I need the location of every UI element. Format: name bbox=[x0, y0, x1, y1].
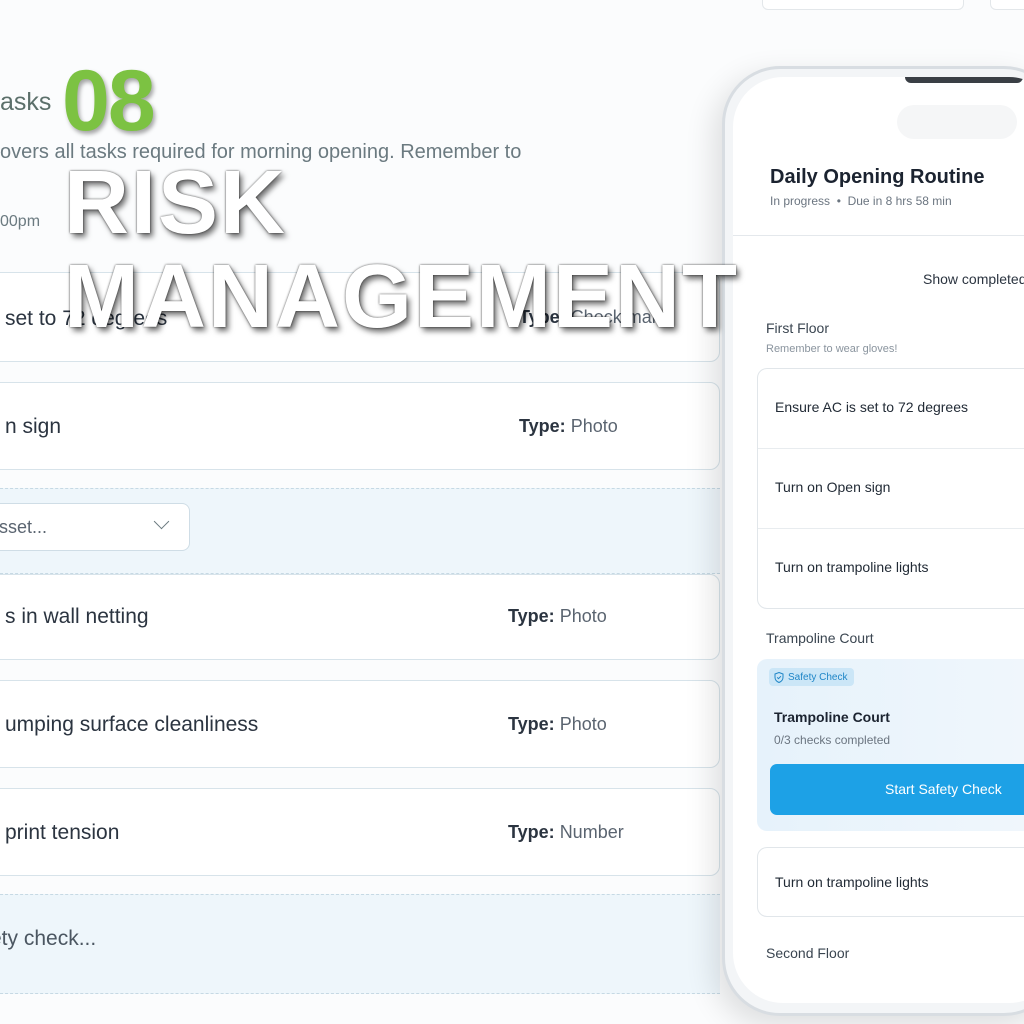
task-item[interactable]: Turn on trampoline lights bbox=[758, 848, 1024, 916]
routine-status: In progress • Due in 8 hrs 58 min bbox=[770, 194, 952, 208]
task-row-title: umping surface cleanliness bbox=[5, 713, 259, 736]
task-row-type: Type: Photo bbox=[508, 714, 607, 734]
task-item-label: Turn on trampoline lights bbox=[775, 559, 929, 575]
slide-number: 08 bbox=[62, 53, 156, 149]
task-item-label: Ensure AC is set to 72 degrees bbox=[775, 399, 968, 415]
chevron-down-icon bbox=[153, 513, 170, 530]
asset-select[interactable]: asset... bbox=[0, 503, 190, 551]
slide-title-line1: RISK bbox=[64, 153, 288, 253]
task-list-heading: asks bbox=[0, 88, 52, 116]
safety-check-dropzone[interactable]: ety check... bbox=[0, 894, 720, 994]
task-item[interactable]: Ensure AC is set to 72 degrees bbox=[758, 369, 1024, 449]
task-row-type: Type: Photo bbox=[508, 606, 607, 626]
asset-dropzone[interactable]: asset... bbox=[0, 488, 720, 574]
task-item-label: Turn on trampoline lights bbox=[775, 874, 929, 890]
safety-check-drop-text: ety check... bbox=[0, 927, 97, 950]
task-row-title: n sign bbox=[5, 415, 62, 438]
task-item[interactable]: Turn on Open sign bbox=[758, 449, 1024, 529]
safety-check-title: Trampoline Court bbox=[774, 709, 890, 725]
slide-title-line2: MANAGEMENT bbox=[64, 247, 739, 347]
header-divider bbox=[733, 235, 1024, 236]
task-item[interactable]: Turn on trampoline lights bbox=[758, 529, 1024, 608]
safety-check-progress: 0/3 checks completed bbox=[774, 733, 891, 747]
shield-check-icon bbox=[774, 671, 784, 683]
show-completed-toggle[interactable]: Show completed bbox=[923, 271, 1024, 287]
section-second-floor: Second Floor bbox=[766, 945, 850, 961]
toolbar-button[interactable] bbox=[762, 0, 964, 10]
task-row-type: Type: Number bbox=[508, 822, 624, 842]
first-floor-task-card: Ensure AC is set to 72 degrees Turn on O… bbox=[757, 368, 1024, 609]
toolbar-button[interactable] bbox=[990, 0, 1024, 10]
task-row-title: s in wall netting bbox=[5, 605, 149, 628]
phone-speaker bbox=[905, 77, 1023, 83]
task-item-label: Turn on Open sign bbox=[775, 479, 891, 495]
task-row[interactable]: n sign Type: Photo bbox=[0, 382, 720, 470]
task-list-time: 00pm bbox=[0, 213, 41, 230]
asset-select-placeholder: asset... bbox=[0, 517, 48, 537]
task-row[interactable]: umping surface cleanliness Type: Photo bbox=[0, 680, 720, 768]
phone-screen: Daily Opening Routine In progress • Due … bbox=[733, 77, 1024, 1003]
section-note: Remember to wear gloves! bbox=[766, 343, 898, 355]
section-trampoline-court: Trampoline Court bbox=[766, 630, 874, 646]
trampoline-task-card: Turn on trampoline lights bbox=[757, 847, 1024, 917]
routine-title: Daily Opening Routine bbox=[770, 166, 985, 188]
task-row-type: Type: Photo bbox=[519, 416, 618, 436]
top-toolbar bbox=[0, 0, 1024, 14]
safety-check-badge: Safety Check bbox=[769, 668, 855, 686]
task-row[interactable]: print tension Type: Number bbox=[0, 788, 720, 876]
section-first-floor: First Floor bbox=[766, 320, 829, 336]
task-row-title: print tension bbox=[5, 821, 120, 844]
phone-mockup: Daily Opening Routine In progress • Due … bbox=[722, 66, 1024, 1016]
phone-notch bbox=[897, 105, 1017, 139]
start-safety-check-button[interactable]: Start Safety Check bbox=[770, 764, 1024, 815]
safety-check-card: Safety Check Trampoline Court 0/3 checks… bbox=[757, 659, 1024, 831]
task-row[interactable]: s in wall netting Type: Photo bbox=[0, 574, 720, 660]
